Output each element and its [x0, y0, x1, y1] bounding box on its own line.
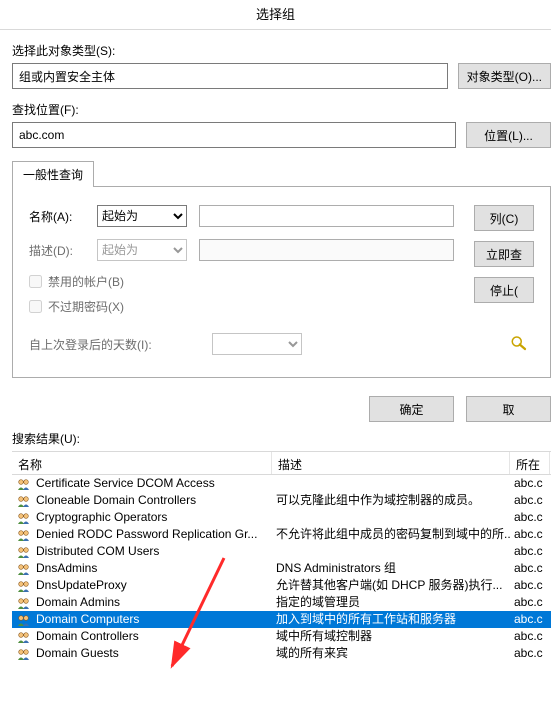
group-icon	[16, 493, 32, 509]
result-name: Denied RODC Password Replication Gr...	[36, 526, 257, 543]
group-icon	[16, 527, 32, 543]
group-icon	[16, 476, 32, 492]
result-description: DNS Administrators 组	[272, 560, 510, 577]
find-now-button[interactable]: 立即查	[474, 241, 534, 267]
days-since-login-combo	[212, 333, 302, 355]
column-name[interactable]: 名称	[12, 452, 272, 474]
result-location: abc.c	[510, 560, 550, 577]
result-location: abc.c	[510, 543, 550, 560]
result-name: Distributed COM Users	[36, 543, 159, 560]
result-location: abc.c	[510, 628, 550, 645]
stop-button[interactable]: 停止(	[474, 277, 534, 303]
result-row[interactable]: Distributed COM Users abc.c	[12, 543, 551, 560]
location-field: abc.com	[12, 122, 456, 148]
result-row[interactable]: Denied RODC Password Replication Gr... 不允…	[12, 526, 551, 543]
group-icon	[16, 612, 32, 628]
group-icon	[16, 561, 32, 577]
column-description[interactable]: 描述	[272, 452, 510, 474]
results-header: 名称 描述 所在	[12, 451, 551, 475]
result-description: 可以克隆此组中作为域控制器的成员。	[272, 492, 510, 509]
result-name: Domain Admins	[36, 594, 120, 611]
result-location: abc.c	[510, 611, 550, 628]
result-description: 域的所有来宾	[272, 645, 510, 662]
ok-button[interactable]: 确定	[369, 396, 454, 422]
description-label: 描述(D):	[29, 242, 85, 259]
result-description: 指定的域管理员	[272, 594, 510, 611]
result-row[interactable]: Domain Admins 指定的域管理员abc.c	[12, 594, 551, 611]
object-type-label: 选择此对象类型(S):	[12, 42, 551, 59]
result-name: Domain Computers	[36, 611, 139, 628]
group-icon	[16, 578, 32, 594]
result-description: 域中所有域控制器	[272, 628, 510, 645]
days-since-login-label: 自上次登录后的天数(I):	[29, 336, 152, 353]
cancel-button[interactable]: 取	[466, 396, 551, 422]
result-row[interactable]: DnsUpdateProxy 允许替其他客户端(如 DHCP 服务器)执行...a…	[12, 577, 551, 594]
object-type-field: 组或内置安全主体	[12, 63, 448, 89]
result-location: abc.c	[510, 492, 550, 509]
column-location[interactable]: 所在	[510, 452, 550, 474]
result-row[interactable]: Cloneable Domain Controllers 可以克隆此组中作为域控制…	[12, 492, 551, 509]
result-description: 不允许将此组中成员的密码复制到域中的所...	[272, 526, 510, 543]
group-icon	[16, 629, 32, 645]
search-results-label: 搜索结果(U):	[12, 430, 551, 447]
result-description: 允许替其他客户端(如 DHCP 服务器)执行...	[272, 577, 510, 594]
result-row[interactable]: Domain Controllers 域中所有域控制器abc.c	[12, 628, 551, 645]
group-icon	[16, 544, 32, 560]
result-row[interactable]: Cryptographic Operators abc.c	[12, 509, 551, 526]
result-location: abc.c	[510, 594, 550, 611]
tab-general-query[interactable]: 一般性查询	[12, 161, 94, 187]
title-bar: 选择组	[0, 0, 551, 30]
result-name: Cryptographic Operators	[36, 509, 167, 526]
result-name: Certificate Service DCOM Access	[36, 475, 215, 492]
result-name: DnsAdmins	[36, 560, 97, 577]
result-location: abc.c	[510, 577, 550, 594]
dialog-title: 选择组	[256, 7, 295, 22]
result-name: Domain Controllers	[36, 628, 139, 645]
description-operator-combo: 起始为	[97, 239, 187, 261]
result-row[interactable]: Domain Computers 加入到域中的所有工作站和服务器abc.c	[12, 611, 551, 628]
locations-button[interactable]: 位置(L)...	[466, 122, 551, 148]
result-name: Cloneable Domain Controllers	[36, 492, 196, 509]
name-label: 名称(A):	[29, 208, 85, 225]
object-types-button[interactable]: 对象类型(O)...	[458, 63, 551, 89]
result-description: 加入到域中的所有工作站和服务器	[272, 611, 510, 628]
location-label: 查找位置(F):	[12, 101, 551, 118]
group-icon	[16, 510, 32, 526]
advanced-search-icon-button[interactable]	[504, 331, 534, 355]
result-row[interactable]: DnsAdmins DNS Administrators 组abc.c	[12, 560, 551, 577]
results-list[interactable]: Certificate Service DCOM Accessabc.cClon…	[12, 475, 551, 695]
result-location: abc.c	[510, 509, 550, 526]
magnifier-icon	[510, 333, 528, 353]
columns-button[interactable]: 列(C)	[474, 205, 534, 231]
result-name: Domain Guests	[36, 645, 119, 662]
name-operator-combo[interactable]: 起始为	[97, 205, 187, 227]
no-expire-password-checkbox: 不过期密码(X)	[29, 298, 454, 315]
result-location: abc.c	[510, 645, 550, 662]
group-icon	[16, 646, 32, 662]
result-location: abc.c	[510, 526, 550, 543]
result-name: DnsUpdateProxy	[36, 577, 127, 594]
result-row[interactable]: Certificate Service DCOM Access abc.c	[12, 475, 551, 492]
disabled-accounts-checkbox: 禁用的帐户(B)	[29, 273, 454, 290]
group-icon	[16, 595, 32, 611]
name-input[interactable]	[199, 205, 454, 227]
result-row[interactable]: Domain Guests 域的所有来宾abc.c	[12, 645, 551, 662]
description-input	[199, 239, 454, 261]
result-location: abc.c	[510, 475, 550, 492]
